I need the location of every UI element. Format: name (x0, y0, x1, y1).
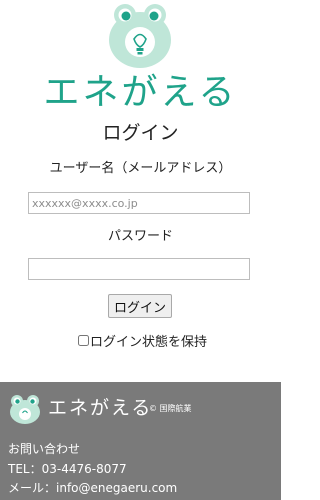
header-logo-area: エネがえる (0, 0, 281, 113)
contact-email: メール：info@enegaeru.com (8, 481, 178, 495)
frog-icon (10, 395, 40, 424)
contact-heading: お問い合わせ (8, 442, 81, 456)
password-input[interactable] (28, 258, 250, 280)
remember-me-option[interactable]: ログイン状態を保持 (78, 331, 208, 350)
remember-me-label: ログイン状態を保持 (90, 334, 208, 350)
password-label: パスワード (107, 229, 173, 244)
footer-brand: エネがえる (48, 397, 153, 419)
remember-me-checkbox[interactable] (78, 334, 89, 346)
login-button[interactable]: ログイン (108, 294, 172, 318)
username-label: ユーザー名（メールアドレス） (49, 161, 232, 176)
footer-copyright: © 国際航業 (149, 404, 192, 413)
username-input[interactable] (28, 192, 250, 214)
brand-title: エネがえる (43, 72, 238, 113)
footer: エネがえる © 国際航業 お問い合わせ TEL：03-4476-8077 メール… (0, 382, 281, 500)
contact-tel: TEL：03-4476-8077 (8, 462, 127, 476)
page-title: ログイン (102, 122, 179, 144)
frog-lightbulb-icon (109, 4, 171, 68)
